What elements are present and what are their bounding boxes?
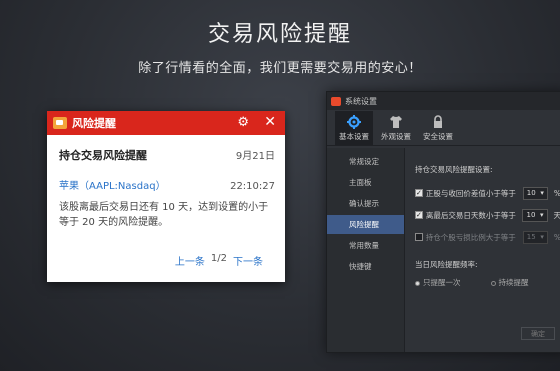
option-select[interactable]: 10 ▾: [522, 208, 548, 222]
settings-title: 系统设置: [345, 96, 377, 106]
gear-icon[interactable]: ⚙: [237, 116, 249, 129]
option-unit: %: [554, 233, 560, 242]
settings-titlebar: 系统设置: [327, 92, 560, 110]
frequency-title: 当日风险提醒频率:: [415, 260, 478, 269]
settings-nav: 常规设定 主面板 确认提示 风险提醒 常用数量 快捷键: [327, 148, 405, 352]
tab-label: 外观设置: [381, 132, 411, 141]
gear-icon: [347, 115, 361, 129]
alert-date: 9月21日: [235, 151, 275, 162]
select-value: 15: [526, 233, 536, 241]
confirm-button[interactable]: 确定: [521, 327, 555, 340]
option-row-days-left: ✓ 离最后交易日天数小于等于 10 ▾ 天: [415, 207, 560, 223]
option-label: 离最后交易日天数小于等于: [425, 210, 516, 220]
next-button[interactable]: 下一条: [233, 253, 263, 268]
nav-item-general[interactable]: 常规设定: [327, 152, 404, 171]
prev-button[interactable]: 上一条: [175, 253, 205, 268]
section-title: 持仓交易风险提醒设置:: [415, 165, 493, 174]
settings-content: 持仓交易风险提醒设置: ✓ 正股与收回价差值小于等于 10▾ % ✓ 离最后交易…: [415, 164, 560, 288]
alert-message: 该股离最后交易日还有 10 天，达到设置的小于等于 20 天的风险提醒。: [59, 202, 269, 228]
alert-title: 持仓交易风险提醒: [59, 149, 147, 162]
lock-icon: [434, 115, 442, 128]
tab-basic-settings[interactable]: 基本设置: [335, 111, 373, 145]
stock-link[interactable]: 苹果（AAPL:Nasdaq）: [59, 177, 166, 192]
close-icon[interactable]: ✕: [264, 115, 276, 129]
alert-popup-title: 风险提醒: [72, 117, 116, 130]
select-value: 10: [526, 189, 536, 197]
option-row-loss-ratio: 持仓个股亏损比例大于等于 15 ▾ %: [415, 229, 560, 245]
radio-label: 只提醒一次: [423, 278, 461, 287]
select-value: 10: [526, 211, 536, 219]
option-row-price-diff: ✓ 正股与收回价差值小于等于 10 ▾ %: [415, 185, 560, 201]
chevron-down-icon: ▾: [540, 189, 544, 197]
radio-label: 持续提醒: [498, 278, 529, 287]
alert-header: 风险提醒 ⚙ ✕: [47, 111, 285, 135]
checkbox[interactable]: ✓: [415, 211, 423, 219]
option-unit: %: [554, 189, 560, 198]
shirt-icon: [390, 116, 402, 128]
risk-alert-popup: 风险提醒 ⚙ ✕ 持仓交易风险提醒 9月21日 苹果（AAPL:Nasdaq） …: [47, 111, 285, 282]
headline: 交易风险提醒: [207, 22, 352, 47]
alert-time: 22:10:27: [230, 181, 275, 192]
chevron-down-icon: ▾: [539, 211, 544, 219]
app-logo-icon: [331, 96, 341, 106]
settings-toolbar: 基本设置 外观设置 安全设置: [327, 110, 560, 146]
tab-appearance-settings[interactable]: 外观设置: [377, 111, 415, 145]
nav-item-confirm-prompt[interactable]: 确认提示: [327, 194, 404, 213]
chevron-down-icon: ▾: [540, 233, 544, 241]
subline: 除了行情看的全面，我们更需要交易用的安心！: [138, 61, 422, 76]
settings-window: 系统设置 基本设置 外观设置 安全设置 常规设定 主面板 确认提示 风险提醒 常…: [326, 91, 560, 353]
option-label: 正股与收回价差值小于等于: [425, 188, 516, 198]
tab-label: 基本设置: [339, 132, 369, 141]
option-unit: 天: [553, 210, 560, 220]
page-count: 1/2: [210, 253, 227, 264]
nav-item-main-panel[interactable]: 主面板: [327, 173, 404, 192]
radio-dot: [490, 280, 496, 286]
alert-pager: 上一条 1/2 下一条: [175, 253, 263, 268]
app-logo-icon: [53, 117, 67, 129]
checkbox[interactable]: [415, 233, 423, 241]
radio-once[interactable]: 只提醒一次: [415, 277, 461, 288]
nav-item-common-quantity[interactable]: 常用数量: [327, 236, 404, 255]
checkbox[interactable]: ✓: [415, 189, 423, 197]
radio-dot: [415, 280, 420, 286]
nav-item-shortcuts[interactable]: 快捷键: [327, 257, 404, 276]
tab-security-settings[interactable]: 安全设置: [419, 111, 457, 145]
tab-label: 安全设置: [423, 132, 453, 141]
nav-item-risk-alert[interactable]: 风险提醒: [327, 215, 404, 234]
option-select[interactable]: 15 ▾: [522, 230, 548, 244]
radio-continuous[interactable]: 持续提醒: [490, 277, 529, 288]
option-label: 持仓个股亏损比例大于等于: [425, 232, 516, 242]
frequency-radio-group: 只提醒一次 持续提醒: [415, 277, 560, 288]
option-select[interactable]: 10 ▾: [522, 186, 548, 200]
alert-body: 持仓交易风险提醒 9月21日 苹果（AAPL:Nasdaq） 22:10:27 …: [47, 135, 285, 230]
